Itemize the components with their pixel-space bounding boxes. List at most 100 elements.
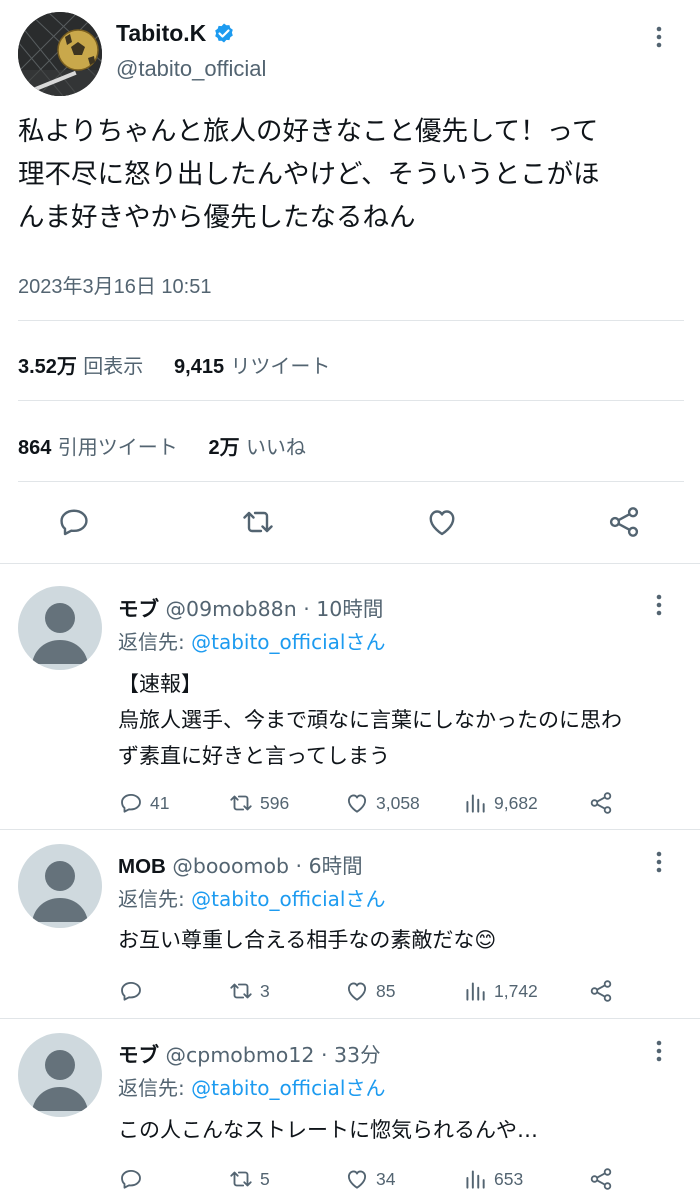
author-name-row[interactable]: Tabito.K (116, 20, 236, 47)
reply-handle-time[interactable]: @cpmobmo12 · 33分 (166, 1043, 381, 1067)
like-count: 3,058 (376, 792, 420, 813)
more-options-icon[interactable] (656, 851, 676, 873)
stats-row-quotes-likes: 864 引用ツイート 2万 いいね (18, 431, 306, 460)
views-count: 1,742 (494, 980, 538, 1001)
quotes-count: 864 (18, 437, 52, 459)
heart-icon (347, 982, 367, 1001)
likes-count: 2万 (208, 437, 240, 459)
tweet-text-line: んま好きやから優先したなるねん (18, 202, 416, 233)
reply-author-name[interactable]: モブ (118, 597, 159, 621)
share-button[interactable] (588, 790, 614, 816)
more-options-icon[interactable] (656, 26, 676, 48)
share-icon (590, 1168, 612, 1190)
reply-text-line: 烏旅人選手、今まで頑なに言葉にしなかったのに思わ (118, 708, 622, 732)
author-display-name[interactable]: Tabito.K (116, 20, 206, 47)
likes-stat[interactable]: 2万 いいね (208, 435, 305, 459)
retweet-count: 5 (260, 1168, 270, 1189)
retweet-button[interactable] (240, 504, 276, 540)
like-button[interactable]: 85 (344, 978, 462, 1004)
views-label: 回表示 (83, 354, 144, 378)
like-button[interactable]: 34 (344, 1166, 462, 1192)
more-options-icon[interactable] (656, 594, 676, 616)
reply-header[interactable]: モブ @09mob88n · 10時間 (118, 592, 383, 622)
reply-to-prefix: 返信先: (118, 1076, 192, 1100)
tweet-text-line: 私よりちゃんと旅人の好きなこと優先して！って (18, 116, 599, 147)
likes-label: いいね (245, 435, 306, 459)
share-button[interactable] (588, 978, 614, 1004)
reply-to-link[interactable]: @tabito_officialさん (191, 887, 385, 911)
default-avatar-icon (32, 603, 88, 664)
reply-to-link[interactable]: @tabito_officialさん (191, 1076, 385, 1100)
analytics-bars-icon (466, 982, 485, 1001)
share-button[interactable] (606, 504, 642, 540)
reply-action-bar: 3 85 1,742 (118, 976, 618, 1006)
heart-icon (347, 1170, 367, 1189)
default-avatar-icon (32, 1050, 88, 1111)
tweet-timestamp[interactable]: 2023年3月16日 10:51 (18, 270, 211, 299)
divider (0, 1018, 700, 1019)
reply-header[interactable]: モブ @cpmobmo12 · 33分 (118, 1038, 381, 1068)
views-button[interactable]: 9,682 (462, 790, 588, 816)
verified-badge-icon (215, 23, 234, 42)
divider (18, 400, 684, 401)
reply-handle-time[interactable]: @09mob88n · 10時間 (166, 597, 384, 621)
more-options-icon[interactable] (656, 1040, 676, 1062)
divider (18, 320, 684, 321)
reply-to-link[interactable]: @tabito_officialさん (191, 630, 385, 654)
reply-action-bar: 41 596 3,058 9,682 (118, 788, 618, 818)
retweet-icon (230, 983, 252, 999)
reply-author-name[interactable]: MOB (118, 855, 166, 878)
views-button[interactable]: 653 (462, 1166, 588, 1192)
analytics-bars-icon (466, 794, 485, 813)
reply-text-line: お互い尊重し合える相手なの素敵だな😊 (118, 928, 497, 952)
like-count: 85 (376, 980, 396, 1001)
reply-header[interactable]: MOB @booomob · 6時間 (118, 849, 363, 879)
reply-text-line: ず素直に好きと言ってしまう (118, 744, 390, 768)
views-stat: 3.52万 回表示 (18, 354, 143, 378)
reply-button[interactable] (118, 978, 228, 1004)
retweet-count: 3 (260, 980, 270, 1001)
reply-avatar[interactable] (18, 844, 102, 928)
divider (18, 481, 684, 482)
retweets-count: 9,415 (174, 356, 225, 378)
divider (0, 829, 700, 830)
default-avatar-icon (32, 861, 88, 922)
reply-icon (60, 509, 88, 536)
retweets-stat[interactable]: 9,415 リツイート (174, 354, 330, 378)
heart-icon (429, 510, 455, 536)
author-avatar[interactable] (18, 12, 102, 96)
reply-button[interactable]: 41 (118, 790, 228, 816)
retweet-button[interactable]: 5 (228, 1166, 344, 1192)
divider (0, 563, 700, 564)
reply-text: お互い尊重し合える相手なの素敵だな😊 (118, 922, 678, 958)
quotes-stat[interactable]: 864 引用ツイート (18, 435, 178, 459)
heart-icon (347, 794, 367, 813)
views-button[interactable]: 1,742 (462, 978, 588, 1004)
tweet-text-line: 理不尽に怒り出したんやけど、そういうとこがほ (18, 159, 600, 190)
reply-count: 41 (150, 792, 170, 813)
like-count: 34 (376, 1168, 396, 1189)
soccer-ball-photo (18, 12, 102, 96)
views-count: 653 (494, 1168, 524, 1189)
reply-button[interactable] (118, 1166, 228, 1192)
reply-text-line: この人こんなストレートに惚気られるんや… (118, 1118, 538, 1142)
like-button[interactable]: 3,058 (344, 790, 462, 816)
reply-author-name[interactable]: モブ (118, 1043, 159, 1067)
reply-avatar[interactable] (18, 1033, 102, 1117)
reply-avatar[interactable] (18, 586, 102, 670)
retweet-button[interactable]: 3 (228, 978, 344, 1004)
reply-handle-time[interactable]: @booomob · 6時間 (172, 854, 362, 878)
reply-text: 【速報】 烏旅人選手、今まで頑なに言葉にしなかったのに思わ ず素直に好きと言って… (118, 666, 678, 774)
share-button[interactable] (588, 1166, 614, 1192)
reply-button[interactable] (56, 504, 92, 540)
tweet-text: 私よりちゃんと旅人の好きなこと優先して！って 理不尽に怒り出したんやけど、そうい… (18, 110, 682, 239)
reply-to-line: 返信先: @tabito_officialさん (118, 1072, 385, 1101)
retweet-count: 596 (260, 792, 290, 813)
reply-action-bar: 5 34 653 (118, 1164, 618, 1194)
author-handle[interactable]: @tabito_official (116, 56, 266, 82)
retweet-button[interactable]: 596 (228, 790, 344, 816)
retweet-icon (230, 795, 252, 811)
like-button[interactable] (424, 504, 460, 540)
reply-to-line: 返信先: @tabito_officialさん (118, 626, 385, 655)
reply-text-line: 【速報】 (118, 672, 202, 696)
